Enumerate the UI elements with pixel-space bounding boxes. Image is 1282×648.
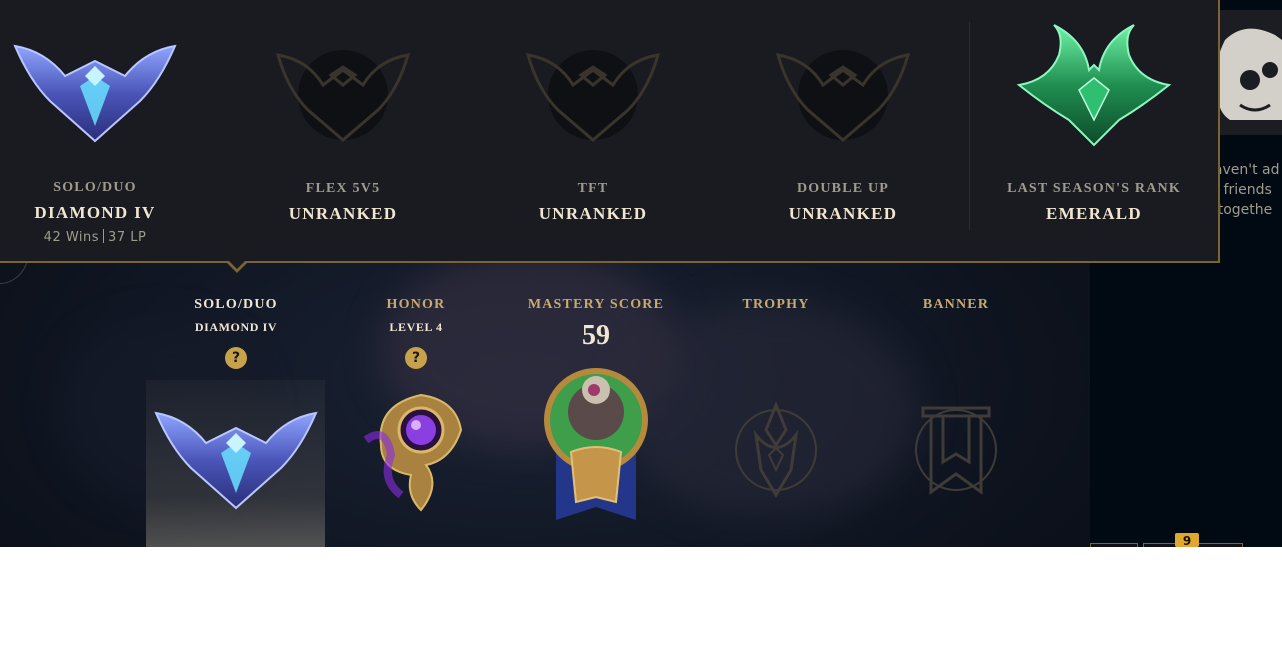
last-season-label: LAST SEASON'S RANK: [1007, 181, 1181, 196]
queue-name: FLEX 5V5: [305, 181, 381, 196]
queue-tier: UNRANKED: [538, 204, 648, 223]
wins-count: 42 Wins: [43, 230, 100, 245]
ranked-tooltip: SOLO/DUO DIAMOND IV 42 Wins 37 LP FLEX 5V…: [0, 0, 1220, 263]
queue-name: SOLO/DUO: [53, 180, 137, 195]
honor-level: LEVEL 4: [389, 320, 443, 334]
unranked-emblem-icon: [498, 25, 688, 165]
mastery-score: 59: [582, 320, 610, 351]
diamond-emblem-icon: [0, 18, 190, 158]
queue-name: TFT: [577, 181, 609, 196]
queue-stats: 42 Wins 37 LP: [0, 229, 190, 245]
queue-tier: UNRANKED: [288, 204, 398, 223]
help-icon[interactable]: ?: [405, 347, 427, 369]
honor-emblem-icon[interactable]: [326, 385, 506, 520]
mastery-title: MASTERY SCORE: [527, 297, 665, 312]
divider: [969, 22, 970, 230]
trophy-title: TROPHY: [742, 297, 810, 312]
diamond-emblem-icon[interactable]: [146, 395, 326, 515]
honor-title: HONOR: [386, 297, 446, 312]
banner-icon[interactable]: [866, 402, 1046, 502]
help-icon[interactable]: ?: [225, 347, 247, 369]
queue-name: DOUBLE UP: [796, 181, 890, 196]
league-points: 37 LP: [108, 230, 147, 245]
solo-duo-tier: DIAMOND IV: [194, 320, 278, 334]
queue-tier: DIAMOND IV: [34, 203, 156, 222]
trophy-icon[interactable]: [686, 400, 866, 500]
emerald-emblem-icon: [999, 15, 1189, 155]
tooltip-pointer: [227, 259, 247, 269]
unranked-emblem-icon: [748, 25, 938, 165]
champion-mastery-icon[interactable]: [506, 362, 686, 522]
solo-duo-title: SOLO/DUO: [194, 297, 278, 312]
notification-badge: 9: [1175, 533, 1199, 547]
last-season-tier: EMERALD: [1046, 204, 1142, 223]
footer-button[interactable]: [1090, 543, 1138, 547]
unranked-emblem-icon: [248, 25, 438, 165]
queue-tier: UNRANKED: [788, 204, 898, 223]
banner-title: BANNER: [922, 297, 990, 312]
